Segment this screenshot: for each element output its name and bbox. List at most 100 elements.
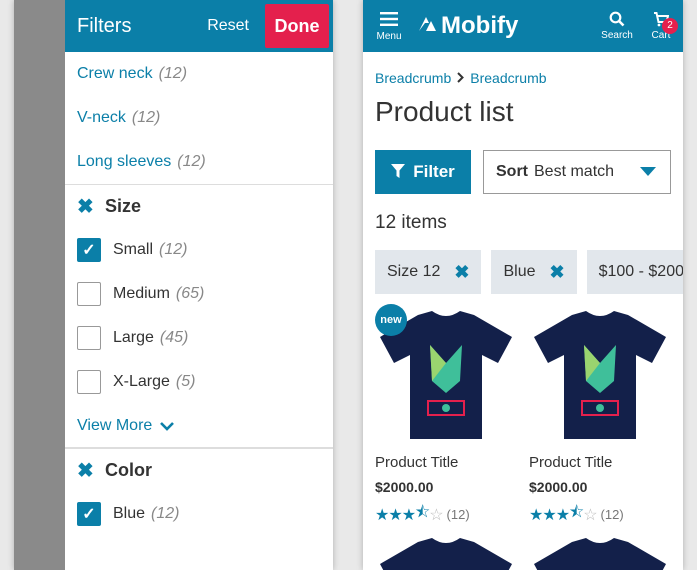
search-icon [609, 11, 625, 30]
size-option-medium[interactable]: Medium (65) [65, 272, 333, 316]
color-option-blue[interactable]: ✓ Blue (12) [65, 492, 333, 536]
checkbox[interactable] [77, 282, 101, 306]
overlay-backdrop[interactable] [14, 0, 65, 570]
cart-button[interactable]: Cart 2 [639, 11, 683, 41]
option-count: (45) [159, 329, 189, 346]
filter-chip[interactable]: Blue ✖ [491, 250, 577, 294]
empty-star-icon: ☆ [429, 506, 443, 524]
toolbar: Filter Sort Best match [363, 150, 683, 200]
filter-chip[interactable]: $100 - $200 ✖ [586, 250, 683, 294]
search-button[interactable]: Search [595, 11, 639, 41]
menu-button[interactable]: Menu [363, 11, 415, 42]
option-label: Small [113, 241, 154, 258]
reset-button[interactable]: Reset [207, 17, 249, 35]
done-button[interactable]: Done [265, 4, 329, 48]
filter-header: Filters Reset Done [65, 0, 333, 52]
rating-stars: ★★★ ⯪ ☆ (12) [375, 501, 517, 528]
filter-button[interactable]: Filter [375, 150, 471, 194]
filter-screen: Filters Reset Done Crew neck (12) V-neck… [14, 0, 333, 570]
filter-link-crew-neck[interactable]: Crew neck (12) [65, 52, 333, 96]
product-card[interactable] [529, 536, 671, 570]
logo[interactable]: Mobify [417, 12, 595, 40]
filter-button-label: Filter [413, 162, 455, 181]
product-card[interactable]: new Product Title $2000.00 ★★★ ⯪ ☆ (12) [375, 304, 517, 528]
filter-chip[interactable]: Size 12 ✖ [375, 250, 482, 294]
option-count: (65) [175, 285, 205, 302]
color-section-header[interactable]: ✖ Color [65, 448, 333, 492]
collapse-icon: ✖ [77, 196, 94, 218]
option-count: (12) [151, 505, 180, 522]
filter-link-count: (12) [158, 65, 188, 82]
filter-link-label: Crew neck [77, 65, 153, 82]
product-card[interactable] [375, 536, 517, 570]
breadcrumb-link[interactable]: Breadcrumb [375, 70, 451, 86]
view-more-link[interactable]: View More [65, 404, 333, 448]
option-count: (5) [175, 373, 196, 390]
checkbox-checked[interactable]: ✓ [77, 238, 101, 262]
review-count: (12) [446, 507, 470, 522]
breadcrumb-link[interactable]: Breadcrumb [470, 70, 546, 86]
product-card[interactable]: Product Title $2000.00 ★★★ ⯪ ☆ (12) [529, 304, 671, 528]
star-icon: ★★★ [529, 506, 570, 524]
size-section-header[interactable]: ✖ Size [65, 184, 333, 228]
color-section-title: Color [105, 460, 152, 480]
chevron-down-icon [160, 418, 175, 434]
collapse-icon: ✖ [77, 460, 94, 482]
filter-link-label: Long sleeves [77, 153, 172, 170]
option-label: Medium [113, 285, 170, 302]
filter-panel: Filters Reset Done Crew neck (12) V-neck… [65, 0, 333, 570]
remove-icon[interactable]: ✖ [550, 262, 565, 283]
chip-label: Size 12 [387, 263, 441, 280]
checkbox[interactable] [77, 370, 101, 394]
tshirt-image [380, 538, 512, 570]
product-price: $2000.00 [375, 479, 434, 495]
product-title[interactable]: Product Title [375, 454, 517, 471]
items-count: 12 items [375, 212, 447, 233]
new-badge: new [375, 304, 407, 336]
sort-value: Best match [534, 163, 615, 180]
filter-link-count: (12) [177, 153, 206, 170]
sort-label: Sort [496, 163, 528, 180]
star-icon: ★★★ [375, 506, 416, 524]
chip-label: $100 - $200 [598, 263, 683, 280]
menu-label: Menu [376, 30, 402, 42]
size-option-small[interactable]: ✓ Small (12) [65, 228, 333, 272]
product-image[interactable] [375, 536, 517, 570]
option-label: X-Large [113, 373, 170, 390]
remove-icon[interactable]: ✖ [454, 262, 469, 283]
checkbox[interactable] [77, 326, 101, 350]
filter-link-v-neck[interactable]: V-neck (12) [65, 96, 333, 140]
product-price: $2000.00 [529, 479, 588, 495]
option-count: (12) [159, 241, 188, 258]
caret-down-icon [640, 167, 656, 176]
tshirt-image [534, 538, 666, 570]
page-title: Product list [375, 96, 514, 127]
size-option-large[interactable]: Large (45) [65, 316, 333, 360]
app-header: Menu Mobify Search Cart 2 [363, 0, 683, 52]
filter-link-long-sleeves[interactable]: Long sleeves (12) [65, 140, 333, 184]
half-star-icon: ⯪ [569, 504, 584, 521]
product-title[interactable]: Product Title [529, 454, 671, 471]
view-more-label: View More [77, 416, 153, 434]
option-label: Large [113, 329, 154, 346]
search-label: Search [601, 30, 633, 41]
filter-title: Filters [77, 14, 132, 37]
product-image[interactable]: new [375, 304, 517, 446]
sort-select[interactable]: Sort Best match [483, 150, 671, 194]
half-star-icon: ⯪ [415, 504, 430, 521]
size-option-x-large[interactable]: X-Large (5) [65, 360, 333, 404]
product-image[interactable] [529, 304, 671, 446]
chip-label: Blue [503, 263, 536, 280]
size-section-title: Size [105, 196, 142, 216]
option-label: Blue [113, 505, 146, 522]
chevron-right-icon [457, 70, 465, 86]
product-image[interactable] [529, 536, 671, 570]
filter-icon [391, 163, 406, 181]
product-grid: new Product Title $2000.00 ★★★⯪☆ (12) [363, 302, 683, 570]
checkbox-checked[interactable]: ✓ [77, 502, 101, 526]
empty-star-icon: ☆ [583, 506, 597, 524]
breadcrumb: Breadcrumb Breadcrumb [363, 52, 683, 88]
hamburger-icon [380, 11, 398, 29]
logo-icon [417, 15, 437, 38]
rating-stars: ★★★ ⯪ ☆ (12) [529, 501, 671, 528]
